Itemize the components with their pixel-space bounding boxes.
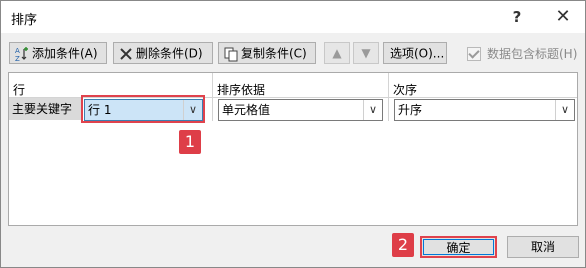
copy-condition-label: 复制条件(C) [241,46,307,61]
column-header-column: 行 [13,83,26,97]
sort-dialog: 排序 ? ✕ A Z 添加条件(A) 删除条件(D) 复制条件(C) ▲ ▼ 选… [0,0,586,268]
add-sort-level-icon: A Z [14,46,30,63]
column-header-basis: 排序依据 [217,83,266,97]
sort-order-value: 升序 [398,103,423,117]
chevron-down-icon[interactable]: ∨ [363,100,382,120]
options-label: 选项(O)... [390,46,445,61]
delete-condition-button[interactable]: 删除条件(D) [113,42,213,64]
sort-basis-value: 单元格值 [222,103,271,117]
ok-button[interactable]: 确定 [420,236,497,258]
step-badge-1: 1 [179,130,201,154]
dialog-title: 排序 [11,13,38,28]
copy-condition-button[interactable]: 复制条件(C) [218,42,316,64]
primary-key-label: 主要关键字 [9,98,83,120]
sort-order-dropdown[interactable]: 升序 ∨ [394,99,575,121]
sort-basis-dropdown[interactable]: 单元格值 ∨ [218,99,383,121]
copy-icon [223,46,239,62]
move-up-button[interactable]: ▲ [324,42,350,64]
header-checkbox-label: 数据包含标题(H) [487,47,578,61]
cancel-button[interactable]: 取消 [507,236,579,258]
step-badge-2: 2 [392,233,414,257]
header-checkbox[interactable]: 数据包含标题(H) [467,45,577,62]
chevron-down-icon[interactable]: ∨ [555,100,574,120]
svg-text:Z: Z [15,55,20,62]
options-button[interactable]: 选项(O)... [383,42,447,64]
delete-condition-label: 删除条件(D) [136,46,203,61]
checkbox-checked-icon [467,46,481,61]
delete-x-icon [118,46,134,62]
title-bar: 排序 ? ✕ [1,1,585,33]
add-condition-button[interactable]: A Z 添加条件(A) [9,42,107,64]
help-button[interactable]: ? [497,3,537,31]
svg-text:A: A [15,47,20,55]
add-condition-label: 添加条件(A) [32,46,98,61]
move-down-button[interactable]: ▼ [353,42,379,64]
close-button[interactable]: ✕ [543,3,583,31]
column-header-order: 次序 [393,83,418,97]
highlight-box-key-dropdown [81,95,205,123]
